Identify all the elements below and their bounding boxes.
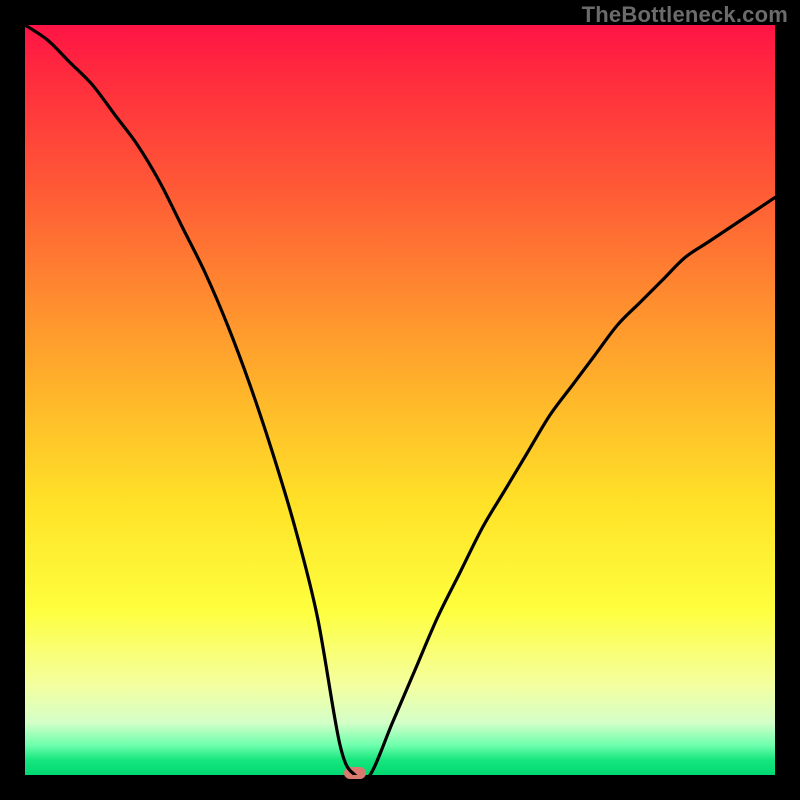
bottleneck-curve xyxy=(25,25,775,775)
curve-path xyxy=(25,25,775,775)
chart-frame: TheBottleneck.com xyxy=(0,0,800,800)
watermark-text: TheBottleneck.com xyxy=(582,2,788,28)
